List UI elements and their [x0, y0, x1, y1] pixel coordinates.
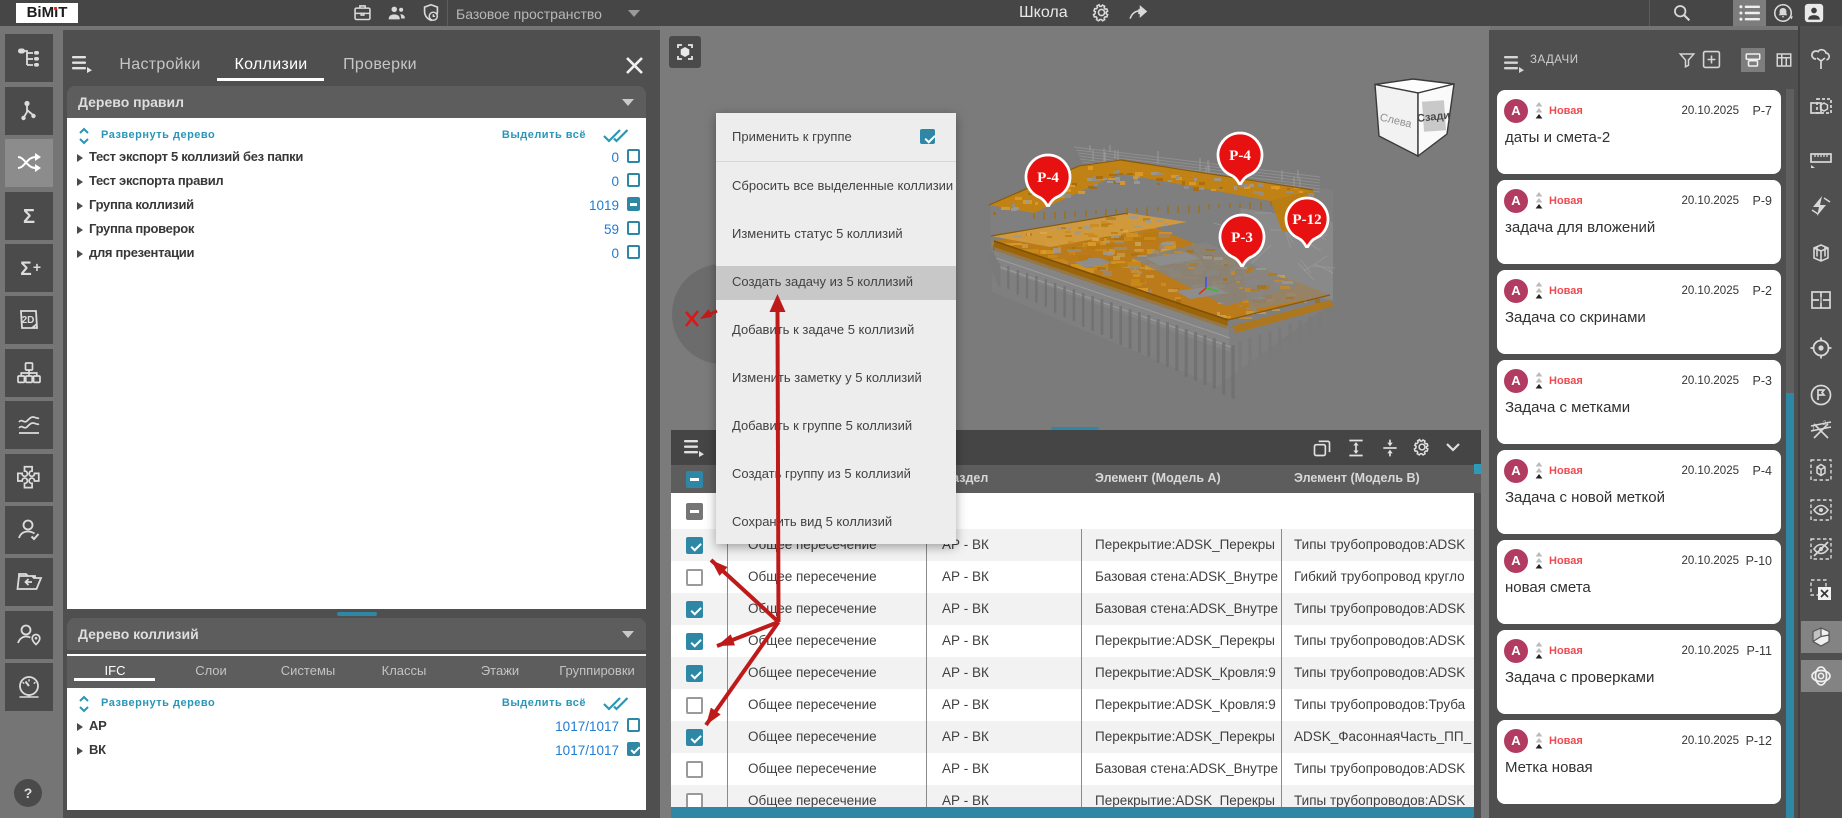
- svg-text:+: +: [33, 259, 41, 275]
- svg-text:1: 1: [1812, 426, 1816, 432]
- svg-text:Р-4: Р-4: [1229, 148, 1251, 164]
- svg-text:Σ: Σ: [20, 259, 31, 280]
- svg-text:2D: 2D: [22, 315, 35, 326]
- svg-text:Р-12: Р-12: [1292, 212, 1321, 228]
- svg-text:Р-3: Р-3: [1231, 230, 1253, 246]
- svg-text:Р-4: Р-4: [1037, 170, 1059, 186]
- svg-text:Σ: Σ: [23, 206, 35, 228]
